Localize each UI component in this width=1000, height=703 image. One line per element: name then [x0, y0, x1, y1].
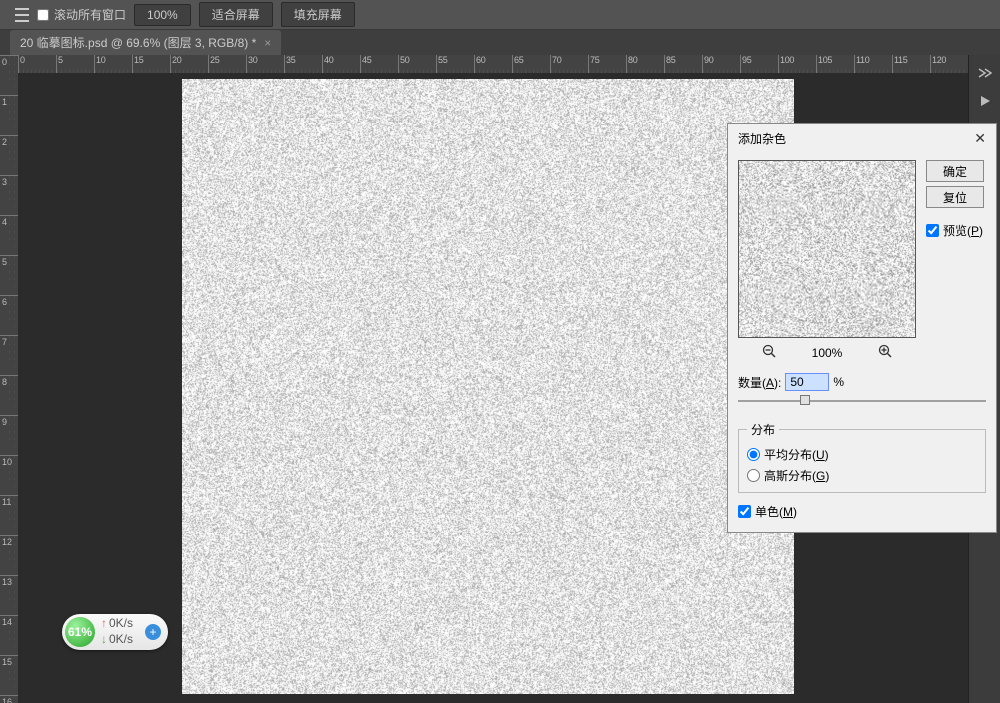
expand-panels-icon[interactable] — [977, 65, 993, 81]
uniform-label: 平均分布(U) — [764, 446, 829, 463]
preview-toggle[interactable]: 预览(P) — [926, 222, 984, 239]
uniform-option[interactable]: 平均分布(U) — [747, 446, 977, 463]
add-noise-dialog: 添加杂色 ✕ 确定 复位 预览(P) 100% 数量(A): — [727, 123, 997, 533]
scroll-all-checkbox[interactable] — [37, 9, 49, 21]
amount-label: 数量(A): — [738, 374, 781, 391]
cpu-percent-badge: 61% — [65, 617, 95, 647]
fit-screen-button[interactable]: 适合屏幕 — [199, 2, 273, 27]
network-stats: 0K/s 0K/s — [101, 616, 145, 647]
dialog-title-text: 添加杂色 — [738, 130, 786, 147]
add-icon[interactable]: + — [145, 624, 161, 640]
document-tab-title: 20 临摹图标.psd @ 69.6% (图层 3, RGB/8) * — [20, 34, 256, 51]
slider-thumb[interactable] — [800, 395, 810, 405]
network-monitor-widget[interactable]: 61% 0K/s 0K/s + — [62, 614, 168, 650]
zoom-in-icon[interactable] — [878, 344, 892, 361]
zoom-100-button[interactable]: 100% — [134, 4, 191, 26]
gaussian-option[interactable]: 高斯分布(G) — [747, 467, 977, 484]
dialog-titlebar[interactable]: 添加杂色 ✕ — [728, 124, 996, 152]
document-tab[interactable]: 20 临摹图标.psd @ 69.6% (图层 3, RGB/8) * × — [10, 30, 281, 55]
preview-checkbox[interactable] — [926, 224, 939, 237]
monochrome-option[interactable]: 单色(M) — [738, 503, 986, 520]
amount-input[interactable] — [785, 373, 829, 391]
monochrome-label: 单色(M) — [755, 503, 797, 520]
fill-screen-button[interactable]: 填充屏幕 — [281, 2, 355, 27]
amount-slider[interactable] — [738, 395, 986, 409]
scroll-all-label: 滚动所有窗口 — [54, 6, 126, 23]
zoom-out-icon[interactable] — [762, 344, 776, 361]
distribution-group: 分布 平均分布(U) 高斯分布(G) — [738, 421, 986, 493]
slider-track — [738, 400, 986, 402]
vertical-ruler: 012345678910111213141516 — [0, 55, 18, 703]
download-speed: 0K/s — [101, 632, 145, 648]
hand-tool-icon[interactable] — [15, 8, 29, 22]
filter-preview[interactable] — [738, 160, 916, 338]
gaussian-radio[interactable] — [747, 469, 760, 482]
preview-label: 预览(P) — [943, 222, 983, 239]
reset-button[interactable]: 复位 — [926, 186, 984, 208]
close-icon[interactable]: × — [264, 36, 271, 50]
horizontal-ruler: 0510152025303540455055606570758085909510… — [18, 55, 968, 73]
monochrome-checkbox[interactable] — [738, 505, 751, 518]
document-tab-bar: 20 临摹图标.psd @ 69.6% (图层 3, RGB/8) * × — [0, 30, 1000, 55]
gaussian-label: 高斯分布(G) — [764, 467, 829, 484]
scroll-all-windows-option[interactable]: 滚动所有窗口 — [37, 6, 126, 23]
play-icon[interactable] — [977, 93, 993, 109]
amount-unit: % — [833, 375, 844, 389]
ok-button[interactable]: 确定 — [926, 160, 984, 182]
close-icon[interactable]: ✕ — [974, 130, 986, 147]
view-toolbar: 滚动所有窗口 100% 适合屏幕 填充屏幕 — [0, 0, 1000, 30]
upload-speed: 0K/s — [101, 616, 145, 632]
distribution-legend: 分布 — [747, 421, 779, 438]
preview-zoom-label: 100% — [812, 346, 843, 360]
uniform-radio[interactable] — [747, 448, 760, 461]
document-canvas[interactable] — [182, 79, 794, 694]
